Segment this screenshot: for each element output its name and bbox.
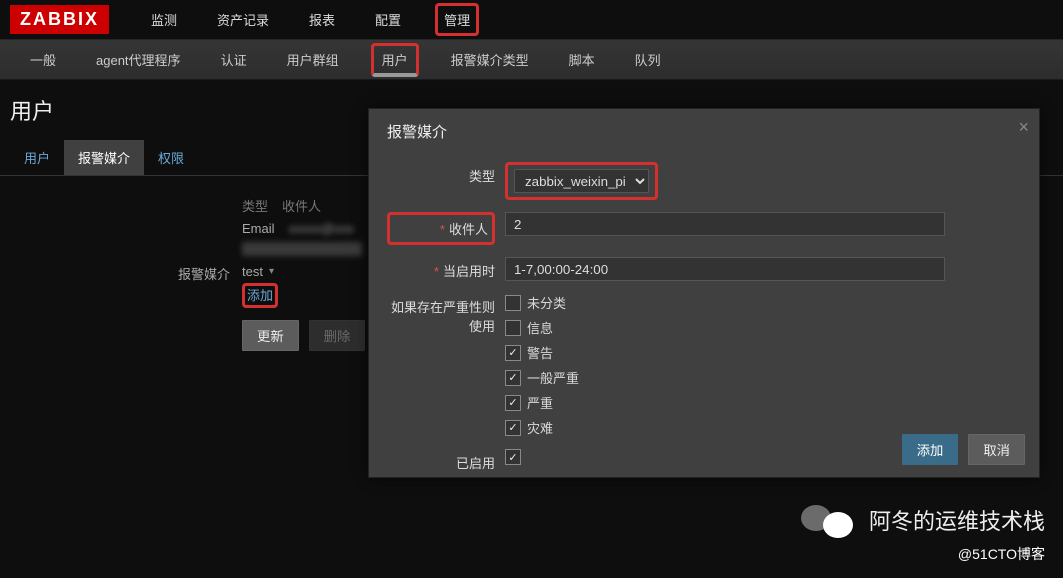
- row-hidden: [242, 242, 362, 256]
- recipient-label: 收件人: [449, 222, 488, 237]
- subnav-scripts[interactable]: 脚本: [561, 46, 603, 73]
- nav-reports[interactable]: 报表: [303, 6, 341, 33]
- nav-monitoring[interactable]: 监测: [145, 6, 183, 33]
- sub-nav: 一般 agent代理程序 认证 用户群组 用户 报警媒介类型 脚本 队列: [0, 40, 1063, 80]
- when-active-label: 当启用时: [443, 264, 495, 279]
- severity-label-text: 警告: [527, 343, 553, 362]
- col-type: 类型: [242, 196, 268, 215]
- subnav-authentication[interactable]: 认证: [213, 46, 255, 73]
- row-email-recipient: xxxxx@xxx: [289, 221, 354, 236]
- severity-checkbox[interactable]: [505, 420, 521, 436]
- type-select[interactable]: zabbix_weixin_pic: [514, 169, 649, 193]
- subnav-users[interactable]: 用户: [371, 43, 419, 77]
- subnav-user-groups[interactable]: 用户群组: [279, 46, 347, 73]
- subnav-general[interactable]: 一般: [22, 46, 64, 73]
- tab-permissions[interactable]: 权限: [144, 140, 198, 175]
- severity-item: 灾难: [505, 418, 579, 437]
- type-label: 类型: [387, 162, 495, 185]
- severity-item: 未分类: [505, 293, 579, 312]
- subnav-media-types[interactable]: 报警媒介类型: [443, 46, 537, 73]
- row-email-type: Email: [242, 221, 275, 236]
- severity-list: 未分类信息警告一般严重严重灾难: [505, 293, 579, 437]
- add-link[interactable]: 添加: [242, 283, 278, 308]
- media-label: 报警媒介: [170, 264, 230, 283]
- tab-media[interactable]: 报警媒介: [64, 140, 144, 175]
- update-button[interactable]: 更新: [242, 320, 299, 351]
- modal-cancel-button[interactable]: 取消: [968, 434, 1025, 465]
- recipient-input[interactable]: [505, 212, 945, 236]
- delete-button[interactable]: 删除: [309, 320, 366, 351]
- severity-item: 一般严重: [505, 368, 579, 387]
- credit-text: @51CTO博客: [801, 544, 1045, 564]
- col-recipient: 收件人: [282, 196, 321, 215]
- logo: ZABBIX: [10, 5, 109, 34]
- severity-checkbox[interactable]: [505, 295, 521, 311]
- row-test-type: test: [242, 264, 263, 279]
- severity-item: 严重: [505, 393, 579, 412]
- modal-title: 报警媒介: [387, 121, 1021, 142]
- top-nav: ZABBIX 监测 资产记录 报表 配置 管理: [0, 0, 1063, 40]
- severity-item: 警告: [505, 343, 579, 362]
- severity-label-text: 未分类: [527, 293, 566, 312]
- severity-label-text: 信息: [527, 318, 553, 337]
- severity-label-text: 严重: [527, 393, 553, 412]
- modal-add-button[interactable]: 添加: [902, 434, 959, 465]
- brand-text: 阿冬的运维技术栈: [869, 504, 1045, 536]
- subnav-queue[interactable]: 队列: [627, 46, 669, 73]
- enabled-label: 已启用: [387, 449, 495, 472]
- nav-inventory[interactable]: 资产记录: [211, 6, 275, 33]
- severity-checkbox[interactable]: [505, 320, 521, 336]
- footer-brand: 阿冬的运维技术栈 @51CTO博客: [801, 502, 1045, 564]
- severity-label: 如果存在严重性则使用: [387, 293, 495, 335]
- nav-configuration[interactable]: 配置: [369, 6, 407, 33]
- wechat-icon: [801, 502, 855, 538]
- tab-user[interactable]: 用户: [10, 140, 64, 175]
- severity-item: 信息: [505, 318, 579, 337]
- chevron-down-icon[interactable]: ▾: [269, 266, 274, 277]
- severity-label-text: 灾难: [527, 418, 553, 437]
- enabled-checkbox[interactable]: [505, 449, 521, 465]
- media-modal: 报警媒介 × 类型 zabbix_weixin_pic *收件人 *当启用时 如…: [368, 108, 1040, 478]
- close-icon[interactable]: ×: [1018, 117, 1029, 138]
- severity-checkbox[interactable]: [505, 345, 521, 361]
- severity-checkbox[interactable]: [505, 370, 521, 386]
- severity-checkbox[interactable]: [505, 395, 521, 411]
- nav-administration[interactable]: 管理: [435, 3, 479, 36]
- when-active-input[interactable]: [505, 257, 945, 281]
- subnav-proxies[interactable]: agent代理程序: [88, 46, 189, 73]
- severity-label-text: 一般严重: [527, 368, 579, 387]
